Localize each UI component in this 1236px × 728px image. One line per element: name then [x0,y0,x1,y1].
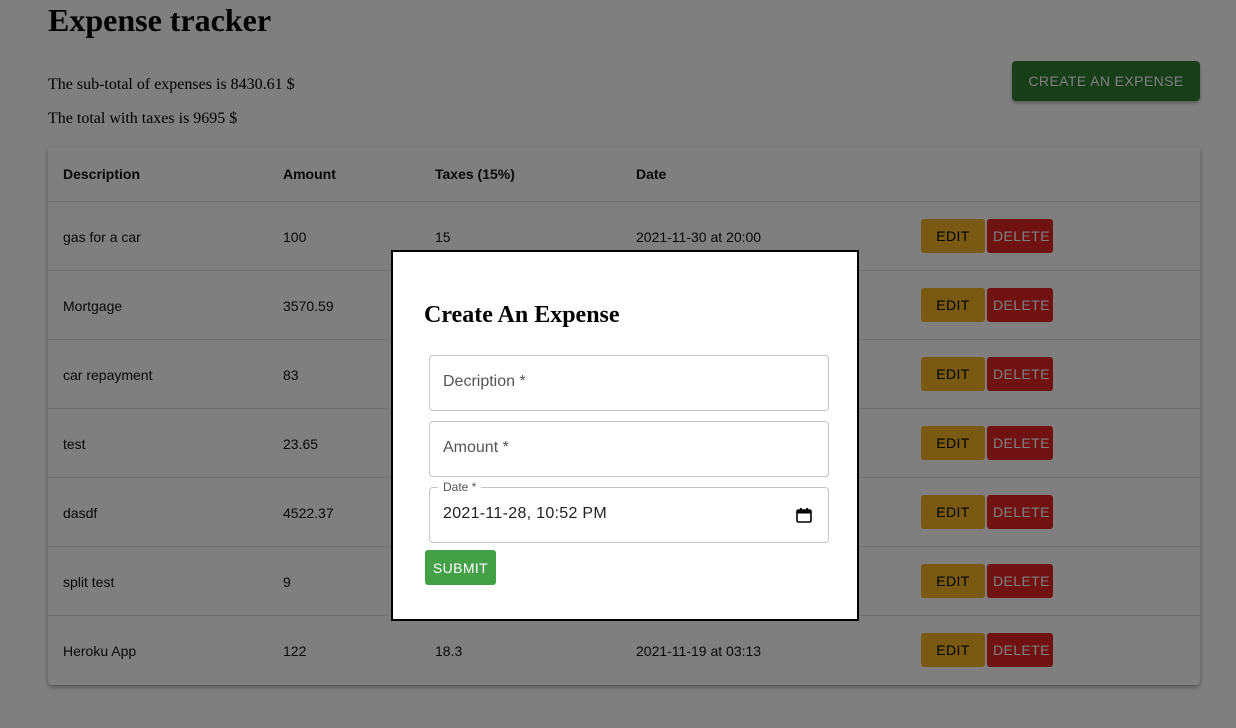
amount-field[interactable]: Amount * [429,421,829,477]
description-placeholder: Decription * [443,373,526,390]
description-field[interactable]: Decription * [429,355,829,411]
submit-button[interactable]: SUBMIT [425,550,496,585]
amount-placeholder: Amount * [443,439,509,456]
dialog-title: Create An Expense [424,302,620,328]
create-expense-dialog: Create An Expense Decription * Amount * … [391,250,859,621]
date-value: 2021-11-28, 10:52 PM [443,505,608,522]
date-label: Date * [438,480,482,494]
calendar-icon[interactable] [796,507,812,523]
date-field[interactable]: Date * 2021-11-28, 10:52 PM [429,480,829,543]
